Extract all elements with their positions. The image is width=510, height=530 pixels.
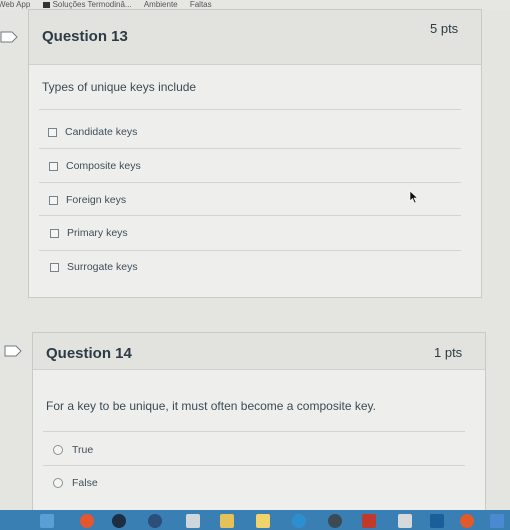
- answer-option[interactable]: Candidate keys: [48, 126, 137, 138]
- divider: [39, 182, 461, 183]
- checkbox-icon[interactable]: [50, 262, 59, 272]
- answer-label: Candidate keys: [65, 126, 138, 138]
- divider: [43, 465, 465, 466]
- bookmark-ambiente[interactable]: Ambiente: [144, 0, 178, 9]
- answer-option[interactable]: Composite keys: [49, 160, 141, 172]
- mouse-pointer-icon: [409, 190, 419, 204]
- folder-icon[interactable]: [256, 514, 270, 528]
- taskbar-app-icon[interactable]: [398, 514, 412, 528]
- flag-icon[interactable]: [0, 31, 18, 43]
- bookmark-web-app[interactable]: Web App: [0, 0, 30, 9]
- taskbar-app-icon[interactable]: [430, 514, 444, 528]
- taskbar-app-icon[interactable]: [490, 514, 504, 528]
- question-card-13: Question 13 5 pts Types of unique keys i…: [28, 9, 482, 298]
- answer-option[interactable]: False: [53, 477, 98, 489]
- answer-option[interactable]: Surrogate keys: [50, 261, 138, 273]
- answer-label: Surrogate keys: [67, 261, 138, 273]
- answer-option[interactable]: True: [53, 444, 93, 456]
- bookmark-faltas[interactable]: Faltas: [190, 0, 212, 9]
- bookmarks-bar: Web App Soluções Termodinâ... Ambiente F…: [0, 0, 510, 9]
- taskbar-app-icon[interactable]: [460, 514, 474, 528]
- question-title: Question 14: [46, 345, 132, 362]
- answer-label: False: [72, 477, 98, 489]
- chrome-icon[interactable]: [80, 514, 94, 528]
- taskbar-app-icon[interactable]: [186, 514, 200, 528]
- checkbox-icon[interactable]: [50, 228, 59, 238]
- quiz-page: Question 13 5 pts Types of unique keys i…: [0, 9, 510, 524]
- checkbox-icon[interactable]: [49, 161, 58, 171]
- radio-icon[interactable]: [53, 478, 63, 488]
- question-points: 5 pts: [430, 21, 459, 36]
- taskbar-app-icon[interactable]: [112, 514, 126, 528]
- bookmark-icon: [42, 1, 50, 8]
- question-text: For a key to be unique, it must often be…: [46, 399, 376, 413]
- divider: [39, 215, 461, 216]
- divider: [39, 250, 461, 251]
- divider: [43, 431, 465, 432]
- taskbar-app-icon[interactable]: [292, 514, 306, 528]
- radio-icon[interactable]: [53, 445, 63, 455]
- answer-label: Composite keys: [66, 160, 141, 172]
- answer-label: True: [72, 444, 94, 456]
- answer-option[interactable]: Foreign keys: [49, 194, 126, 206]
- question-points: 1 pts: [434, 345, 463, 360]
- answer-option[interactable]: Primary keys: [50, 227, 128, 239]
- flag-icon[interactable]: [4, 345, 22, 357]
- divider: [39, 109, 461, 110]
- bookmark-solucoes[interactable]: Soluções Termodinâ...: [42, 0, 132, 9]
- checkbox-icon[interactable]: [49, 195, 58, 205]
- answer-label: Primary keys: [67, 227, 128, 239]
- taskbar-app-icon[interactable]: [148, 514, 162, 528]
- question-text: Types of unique keys include: [42, 80, 197, 94]
- question-title: Question 13: [42, 28, 128, 45]
- answer-label: Foreign keys: [66, 194, 127, 206]
- taskbar-app-icon[interactable]: [328, 514, 342, 528]
- divider: [39, 148, 461, 149]
- checkbox-icon[interactable]: [48, 127, 57, 137]
- taskbar-app-icon[interactable]: [40, 514, 54, 528]
- taskbar-app-icon[interactable]: [362, 514, 376, 528]
- folder-icon[interactable]: [220, 514, 234, 528]
- question-card-14: Question 14 1 pts For a key to be unique…: [32, 332, 486, 524]
- taskbar: [0, 510, 510, 530]
